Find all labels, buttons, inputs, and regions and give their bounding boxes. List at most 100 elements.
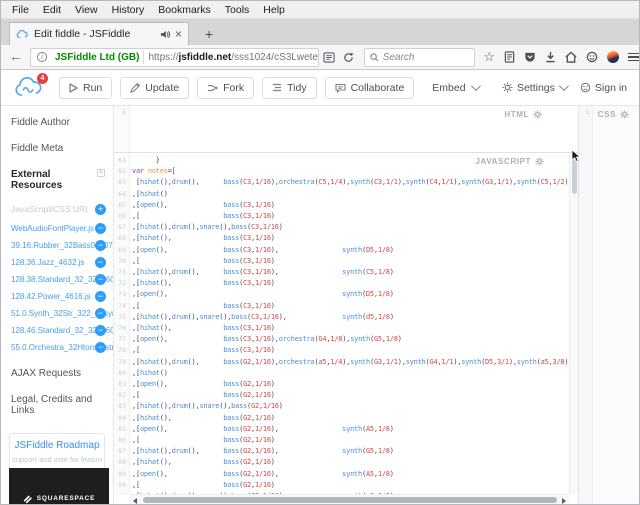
- squarespace-logo-icon: [23, 495, 32, 503]
- reader-mode-icon[interactable]: [323, 51, 335, 63]
- smiley-icon: [580, 82, 591, 93]
- menu-help[interactable]: Help: [256, 2, 292, 18]
- menu-tools[interactable]: Tools: [218, 2, 257, 18]
- pocket-icon[interactable]: [524, 51, 536, 63]
- fork-icon: [208, 84, 219, 91]
- sidebar-item-legal[interactable]: Legal, Credits and Links: [1, 386, 113, 423]
- navigation-bar: ← i JSFiddle Ltd (GB) https://jsfiddle.n…: [1, 45, 639, 70]
- html-settings-gear-icon[interactable]: [533, 110, 542, 119]
- external-resource-link[interactable]: 128.42.Power_4616.js −: [1, 288, 113, 305]
- css-panel[interactable]: 1 CSS: [578, 106, 639, 504]
- firefox-account-icon[interactable]: [607, 51, 619, 63]
- resource-name: 128.36.Jazz_4632.js: [11, 258, 85, 267]
- remove-resource-button[interactable]: −: [95, 308, 106, 319]
- update-label: Update: [145, 81, 180, 94]
- css-line-number: 1: [585, 108, 589, 116]
- fork-button[interactable]: Fork: [197, 76, 255, 99]
- tab-audio-icon[interactable]: [160, 30, 170, 39]
- update-button[interactable]: Update: [120, 76, 190, 99]
- resource-name: WebAudioFontPlayer.js: [11, 224, 95, 233]
- remove-resource-button[interactable]: −: [95, 342, 106, 353]
- settings-dropdown[interactable]: Settings: [502, 81, 569, 94]
- tidy-icon: [273, 83, 282, 92]
- home-icon[interactable]: [565, 51, 577, 63]
- menu-history[interactable]: History: [105, 2, 152, 18]
- sidebar-item-fiddle-author[interactable]: Fiddle Author: [1, 109, 113, 135]
- resource-uri-input[interactable]: JavaScript/CSS URI +: [1, 198, 113, 220]
- url-bar[interactable]: i JSFiddle Ltd (GB) https://jsfiddle.net…: [30, 47, 319, 67]
- feedback-smiley-icon[interactable]: [586, 51, 598, 63]
- browser-window: File Edit View History Bookmarks Tools H…: [0, 0, 640, 505]
- sidebar: Fiddle Author Fiddle Meta External Resou…: [1, 106, 114, 504]
- chat-bubble-icon: [335, 83, 346, 93]
- collaborate-button[interactable]: Collaborate: [324, 76, 415, 99]
- sidebar-item-fiddle-meta[interactable]: Fiddle Meta: [1, 135, 113, 161]
- external-resource-link[interactable]: 128.46.Standard_32_32_460.js −: [1, 322, 113, 339]
- browser-tab[interactable]: Edit fiddle - JSFiddle ×: [9, 22, 189, 45]
- library-icon[interactable]: [504, 51, 515, 63]
- external-resource-link[interactable]: 39.16.Rubber_32Bass000079_46_4−: [1, 237, 113, 254]
- menu-bookmarks[interactable]: Bookmarks: [151, 2, 218, 18]
- url-text: https://jsfiddle.net/sss1024/cS3Lwete/2/: [148, 51, 317, 63]
- download-icon[interactable]: [545, 51, 556, 63]
- add-resource-button[interactable]: +: [95, 203, 106, 215]
- menu-view[interactable]: View: [68, 2, 105, 18]
- tidy-button[interactable]: Tidy: [262, 76, 317, 99]
- back-button[interactable]: ←: [1, 48, 30, 66]
- signin-button[interactable]: Sign in: [580, 82, 627, 94]
- page-info-icon[interactable]: i: [37, 52, 47, 62]
- scroll-left-arrow-icon[interactable]: [133, 497, 137, 504]
- html-panel[interactable]: 1 HTML: [114, 106, 578, 153]
- urlbar-divider: [143, 50, 145, 64]
- javascript-panel[interactable]: 61 62 63 64 65 66 67 68 69 70 71 72 73 74 75 76 77 78 79 80…: [114, 154, 578, 504]
- external-resource-link[interactable]: 51.0.Synth_32Str_322_32synstrings2−: [1, 305, 113, 322]
- sidebar-item-ajax-requests[interactable]: AJAX Requests: [1, 356, 113, 386]
- menu-file[interactable]: File: [5, 2, 36, 18]
- remove-resource-button[interactable]: −: [95, 257, 106, 268]
- css-settings-gear-icon[interactable]: [620, 110, 629, 119]
- tab-bar: Edit fiddle - JSFiddle × +: [1, 19, 639, 45]
- jsfiddle-logo[interactable]: 4: [13, 72, 48, 99]
- run-icon: [69, 82, 78, 93]
- security-label[interactable]: JSFiddle Ltd (GB): [55, 52, 139, 63]
- remove-resource-button[interactable]: −: [95, 274, 106, 285]
- url-domain: jsfiddle.net: [178, 51, 232, 63]
- remove-resource-button[interactable]: −: [95, 223, 106, 234]
- external-resource-link[interactable]: 128.36.Jazz_4632.js −: [1, 254, 113, 271]
- js-code-editor[interactable]: } var notes=[ [hihat(),drum(), bass(C3,1/…: [132, 155, 568, 494]
- squarespace-ad[interactable]: SQUARESPACE: [9, 468, 109, 504]
- tab-close-icon[interactable]: ×: [175, 28, 182, 40]
- notification-badge: 4: [37, 72, 48, 84]
- h-scrollbar-thumb[interactable]: [143, 497, 557, 503]
- bookmark-star-icon[interactable]: ☆: [483, 50, 495, 63]
- js-horizontal-scrollbar[interactable]: [130, 494, 569, 504]
- reload-icon[interactable]: [343, 51, 354, 63]
- toolbar-icons: ☆: [483, 50, 639, 64]
- help-icon[interactable]: ×: [97, 169, 105, 177]
- run-button[interactable]: Run: [59, 76, 113, 99]
- js-vertical-scrollbar[interactable]: [569, 154, 578, 494]
- tab-title: Edit fiddle - JSFiddle: [34, 28, 131, 40]
- external-resource-link[interactable]: 55.0.Orchestra_32Htorchestrah_46−: [1, 339, 113, 356]
- menu-edit[interactable]: Edit: [36, 2, 68, 18]
- embed-dropdown[interactable]: Embed: [422, 76, 488, 99]
- js-settings-gear-icon[interactable]: [535, 157, 544, 166]
- embed-label: Embed: [432, 81, 466, 94]
- ad-brand-label: SQUARESPACE: [36, 495, 96, 502]
- sidebar-item-external-resources[interactable]: External Resources ×: [1, 161, 113, 198]
- hamburger-menu-icon[interactable]: [628, 51, 639, 64]
- resource-list: WebAudioFontPlayer.js −39.16.Rubber_32Bas…: [1, 220, 113, 356]
- remove-resource-button[interactable]: −: [95, 240, 106, 251]
- external-resource-link[interactable]: WebAudioFontPlayer.js −: [1, 220, 113, 237]
- remove-resource-button[interactable]: −: [95, 291, 106, 302]
- external-resource-link[interactable]: 128.38.Standard_32_32_460.js −: [1, 271, 113, 288]
- new-tab-button[interactable]: +: [197, 25, 221, 43]
- resource-uri-placeholder: JavaScript/CSS URI: [11, 204, 88, 214]
- run-label: Run: [83, 81, 103, 94]
- remove-resource-button[interactable]: −: [95, 325, 106, 336]
- roadmap-link[interactable]: JSFiddle Roadmap: [12, 440, 102, 451]
- menu-bar: File Edit View History Bookmarks Tools H…: [1, 1, 639, 19]
- scroll-right-arrow-icon[interactable]: [562, 497, 566, 504]
- roadmap-box: JSFiddle Roadmap support and vote for fe…: [9, 433, 105, 473]
- search-bar[interactable]: Search: [363, 47, 476, 67]
